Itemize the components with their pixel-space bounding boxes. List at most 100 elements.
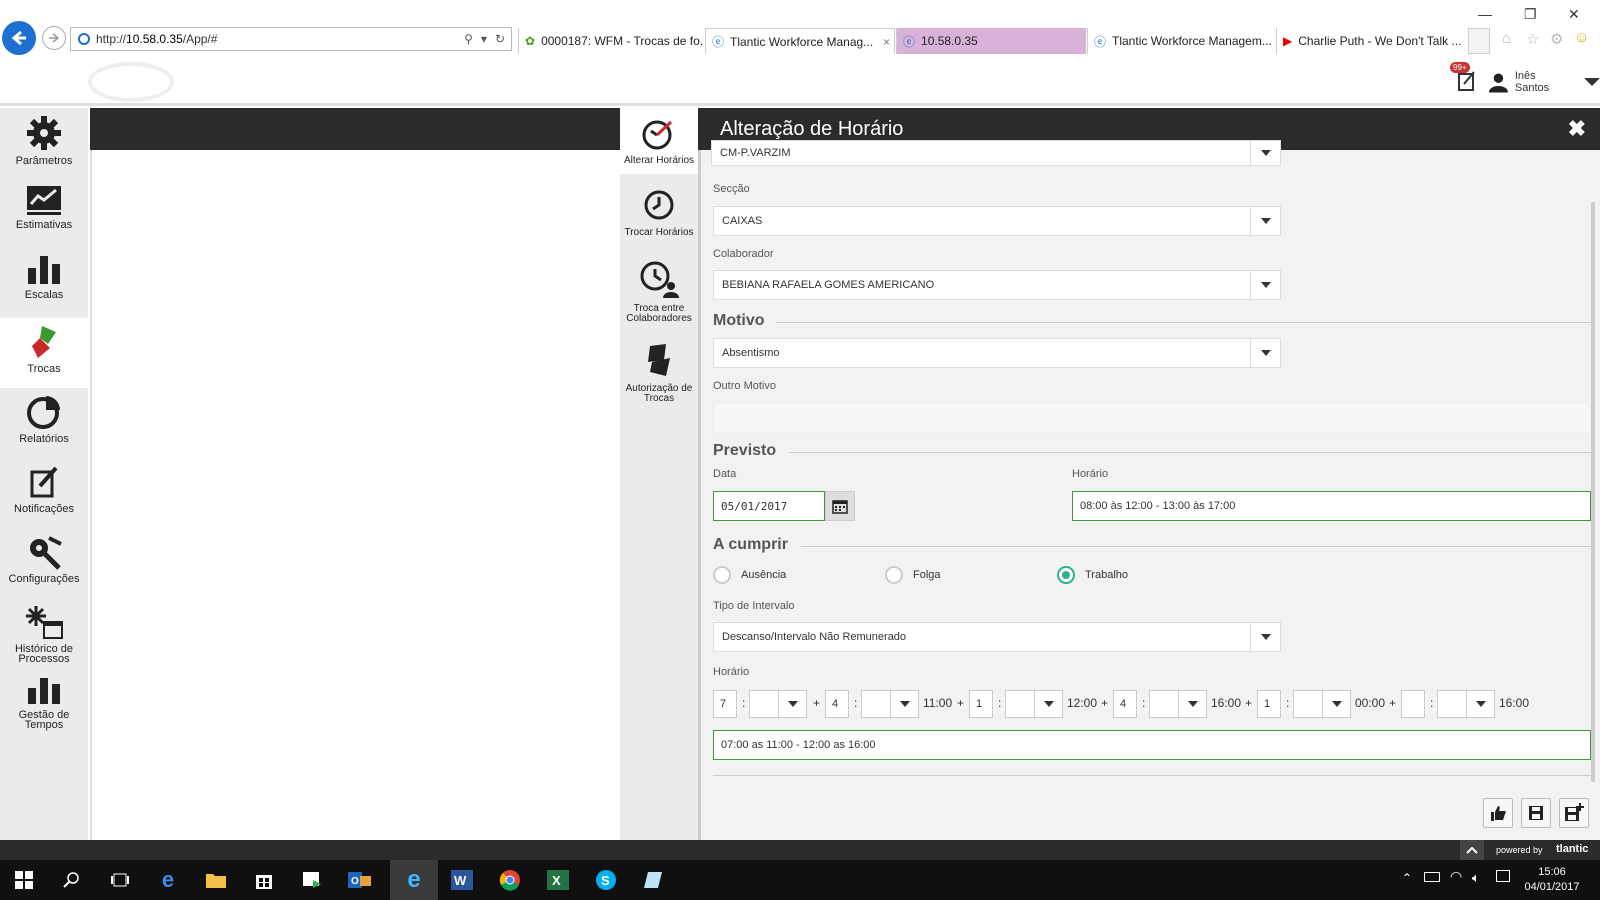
notifications-button[interactable]: 99+ [1450,62,1480,94]
duration-4-input[interactable]: 1 [1257,690,1281,718]
word-icon[interactable]: W [450,868,474,892]
minute-start-select[interactable] [749,690,807,718]
submenu-troca-colaboradores[interactable]: Troca entre Colaboradores [620,260,698,338]
forward-button[interactable] [42,26,66,50]
duration-3-min-select[interactable] [1149,690,1207,718]
radio-folga[interactable]: Folga [885,566,941,584]
motivo-heading: Motivo [713,312,765,329]
back-button[interactable] [2,21,36,55]
windows-start-icon[interactable] [12,868,36,892]
new-tab-button[interactable] [1468,28,1490,54]
chart-icon [27,186,61,215]
project-app-icon[interactable] [300,868,324,892]
ie-icon[interactable]: e [402,866,426,893]
search-icon[interactable] [60,868,84,892]
loja-select[interactable]: CM-P.VARZIM [711,140,1281,166]
chevron-up-icon [1466,846,1478,854]
tipo-intervalo-select[interactable]: Descanso/Intervalo Não Remunerado [713,622,1281,652]
outro-motivo-input[interactable] [713,403,1591,433]
browser-tab[interactable]: ✿ 0000187: WFM - Trocas de fo... [518,28,704,54]
colaborador-select[interactable]: BEBIANA RAFAELA GOMES AMERICANO [713,270,1281,300]
user-menu[interactable]: Inês Santos [1488,70,1600,94]
message-icon[interactable] [1496,870,1510,882]
approve-button[interactable] [1483,798,1513,828]
duration-1-input[interactable]: 4 [825,690,849,718]
notepad-icon[interactable] [642,868,666,892]
close-tab-icon[interactable]: × [883,35,894,49]
gear-icon [27,116,61,150]
close-icon[interactable]: ✖ [1568,116,1586,142]
data-input[interactable]: 05/01/2017 [713,491,825,521]
refresh-icon[interactable]: ↻ [495,32,505,46]
sidebar-item-label: Escalas [24,289,64,301]
horario-result-input[interactable]: 07:00 as 11:00 - 12:00 as 16:00 [713,730,1591,760]
smiley-icon[interactable]: ☺ [1574,29,1589,46]
scroll-top-button[interactable] [1460,840,1484,860]
duration-5-min-select[interactable] [1437,690,1495,718]
save-new-button[interactable] [1559,798,1589,828]
search-icon[interactable]: ⚲ [464,32,473,46]
minimize-button[interactable]: — [1478,6,1492,22]
save-add-icon [1565,803,1584,821]
browser-tab[interactable]: ⓔ 10.58.0.35 [896,28,1086,54]
sidebar-item-notificacoes[interactable]: Notificações [0,458,88,528]
divider [801,546,1591,547]
submenu-autorizacao-trocas[interactable]: Autorização de Trocas [620,342,698,414]
browser-tab[interactable]: ⓔ Tlantic Workforce Managem... [1087,28,1275,54]
folder-icon[interactable] [204,868,228,892]
previsto-heading: Previsto [713,442,777,459]
store-icon[interactable] [252,868,276,892]
battery-icon[interactable] [1424,872,1440,882]
sidebar-item-historico[interactable]: Histórico de Processos [0,598,88,668]
sidebar-item-relatorios[interactable]: Relatórios [0,388,88,458]
hour-start-input[interactable]: 7 [713,690,737,718]
radio-trabalho[interactable]: Trabalho [1057,566,1128,584]
radio-ausencia[interactable]: Ausência [713,566,786,584]
volume-icon[interactable]: 🔈︎ [1472,870,1480,886]
browser-tab-active[interactable]: ⓔ Tlantic Workforce Manag... × [705,28,895,54]
calendar-button[interactable] [825,491,855,521]
radio-circle-checked [1057,566,1075,584]
motivo-select[interactable]: Absentismo [713,338,1281,368]
sidebar-item-trocas[interactable]: Trocas [0,318,88,388]
duration-4-min-select[interactable] [1293,690,1351,718]
horario-previsto-input[interactable]: 08:00 às 12:00 - 13:00 às 17:00 [1072,491,1591,521]
sidebar-item-gestao-tempos[interactable]: Gestão de Tempos [0,668,88,738]
divider [789,452,1591,453]
wifi-icon[interactable]: ◠ [1450,868,1462,885]
home-icon[interactable]: ⌂ [1502,30,1511,47]
edge-icon[interactable]: e [156,867,180,892]
submenu-alterar-horarios[interactable]: Alterar Horários [620,108,698,174]
duration-2-min-select[interactable] [1005,690,1063,718]
excel-icon[interactable]: X [546,868,570,892]
seccao-label: Secção [713,183,750,195]
sidebar-item-configuracoes[interactable]: Configurações [0,528,88,598]
sidebar-item-label: Trocas [27,363,61,375]
duration-5-input[interactable] [1401,690,1425,718]
sidebar-item-estimativas[interactable]: Estimativas [0,178,88,248]
skype-icon[interactable]: S [594,868,618,892]
close-window-button[interactable]: ✕ [1568,6,1580,23]
clock[interactable]: 15:06 04/01/2017 [1522,865,1582,895]
settings-icon[interactable]: ⚙ [1550,30,1563,48]
address-bar[interactable]: http://10.58.0.35/App/# ⚲ ▾ ↻ [70,27,512,51]
restore-button[interactable]: ❐ [1524,6,1537,23]
note-icon [30,466,58,498]
sidebar-item-label: Estimativas [15,219,73,231]
favorites-icon[interactable]: ☆ [1526,30,1539,48]
submenu-trocar-horarios[interactable]: Trocar Horários [620,188,698,254]
scrollbar[interactable] [1591,202,1595,782]
sidebar-item-parametros[interactable]: Parâmetros [0,108,88,178]
seccao-select[interactable]: CAIXAS [713,206,1281,236]
chrome-icon[interactable] [498,868,522,892]
save-button[interactable] [1521,798,1551,828]
duration-3-input[interactable]: 4 [1113,690,1137,718]
task-view-icon[interactable] [108,868,132,892]
dropdown-icon[interactable]: ▾ [481,32,487,46]
tray-chevron-icon[interactable]: ⌃ [1402,871,1412,885]
duration-1-min-select[interactable] [861,690,919,718]
outlook-icon[interactable]: O [348,868,372,892]
browser-tab[interactable]: ▶ Charlie Puth - We Don't Talk ... [1276,28,1466,54]
sidebar-item-escalas[interactable]: Escalas [0,248,88,318]
duration-2-input[interactable]: 1 [969,690,993,718]
